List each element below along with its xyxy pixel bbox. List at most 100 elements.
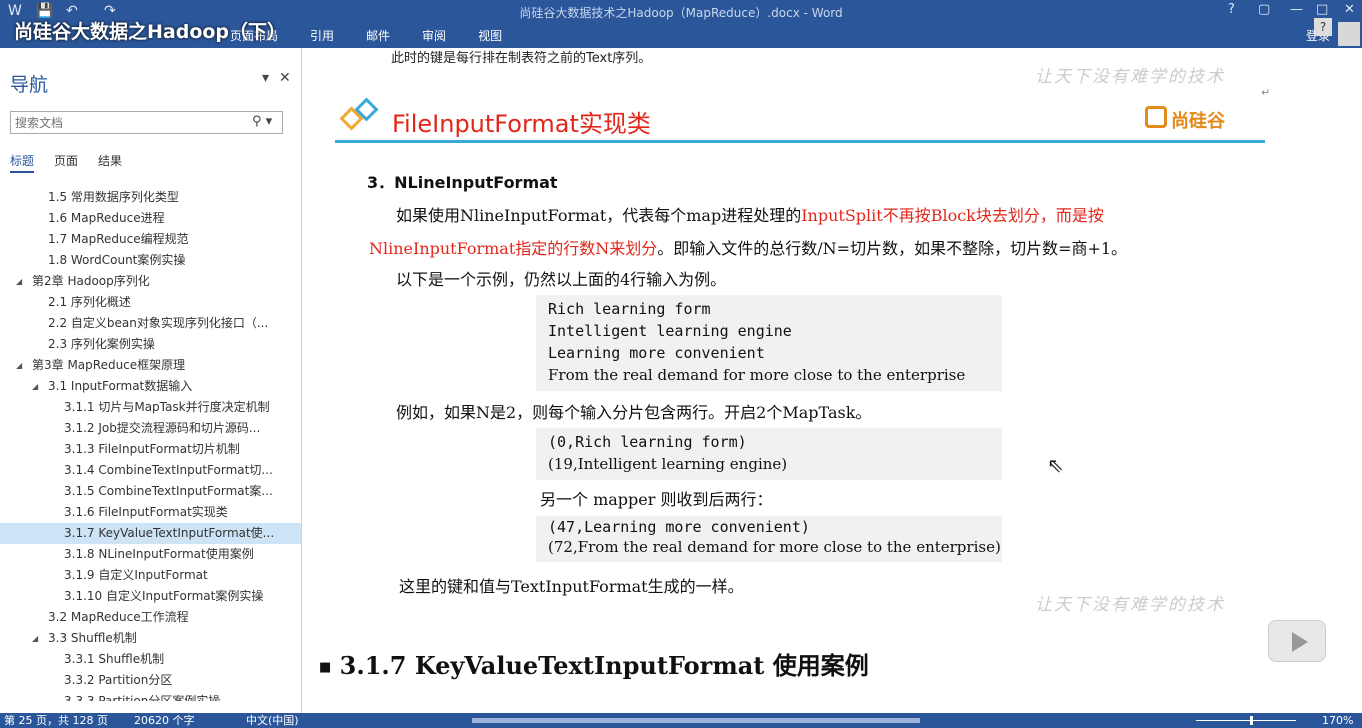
code-line: (0,Rich learning form)	[548, 433, 747, 451]
code-line: (19,Intelligent learning engine)	[548, 455, 788, 473]
nav-item-label: 3.1.7 KeyValueTextInputFormat使...	[64, 526, 275, 540]
nav-item-label: 3.1.6 FileInputFormat实现类	[64, 505, 228, 519]
nav-item[interactable]: ◢ 第2章 Hadoop序列化	[0, 271, 301, 292]
nav-item[interactable]: 3.1.10 自定义InputFormat案例实操	[0, 586, 301, 607]
nav-item-label: 3.3.2 Partition分区	[64, 673, 173, 687]
tab-mailings[interactable]: 邮件	[366, 29, 390, 43]
search-input[interactable]	[10, 111, 283, 134]
nav-item[interactable]: ◢ 3.1 InputFormat数据输入	[0, 376, 301, 397]
nav-item-label: 3.2 MapReduce工作流程	[48, 610, 189, 624]
nav-item[interactable]: 3.1.1 切片与MapTask并行度决定机制	[0, 397, 301, 418]
paragraph-5: 另一个 mapper 则收到后两行：	[540, 490, 773, 509]
nav-item[interactable]: 2.2 自定义bean对象实现序列化接口（...	[0, 313, 301, 334]
nav-item-label: 3.1.5 CombineTextInputFormat案...	[64, 484, 273, 498]
section-title: 3．NLineInputFormat	[367, 173, 558, 192]
paragraph-1: 如果使用NlineInputFormat，代表每个map进程处理的InputSp…	[396, 206, 1104, 225]
tab-review[interactable]: 审阅	[422, 29, 446, 43]
nav-tree: 1.5 常用数据序列化类型 1.6 MapReduce进程 1.7 MapReduc…	[0, 187, 301, 701]
nav-item-label: 3.1 InputFormat数据输入	[48, 379, 193, 393]
code-line: Rich learning form	[548, 300, 711, 318]
play-icon	[1292, 632, 1308, 652]
nav-close-icon[interactable]: ✕	[279, 70, 291, 86]
search-icon[interactable]: ⚲ ▾	[252, 114, 272, 129]
nav-item-label: 第2章 Hadoop序列化	[32, 274, 150, 288]
nav-item-label: 2.1 序列化概述	[48, 295, 131, 309]
nav-item-label: 1.5 常用数据序列化类型	[48, 190, 179, 204]
nav-item[interactable]: ◢ 第3章 MapReduce框架原理	[0, 355, 301, 376]
tab-pages[interactable]: 页面	[54, 154, 78, 168]
nav-item-label: 3.1.2 Job提交流程源码和切片源码...	[64, 421, 261, 435]
nav-menu-icon[interactable]: ▾	[262, 70, 269, 86]
title-bar: W 💾 ↶ ↷ 尚硅谷大数据技术之Hadoop（MapReduce）.docx …	[0, 0, 1362, 48]
nav-item[interactable]: 2.3 序列化案例实操	[0, 334, 301, 355]
brand-logo-icon	[1145, 106, 1167, 128]
zoom-level[interactable]: 170%	[1322, 713, 1353, 728]
nav-item-label: 1.8 WordCount案例实操	[48, 253, 186, 267]
nav-item[interactable]: 1.7 MapReduce编程规范	[0, 229, 301, 250]
nav-item[interactable]: 1.8 WordCount案例实操	[0, 250, 301, 271]
nav-item-label: 3.3.1 Shuffle机制	[64, 652, 165, 666]
nav-item[interactable]: 2.1 序列化概述	[0, 292, 301, 313]
code-block-3: (47,Learning more convenient) (72,From t…	[536, 516, 1002, 562]
paragraph-3: 以下是一个示例，仍然以上面的4行输入为例。	[396, 270, 727, 289]
nav-item-label: 3.1.8 NLineInputFormat使用案例	[64, 547, 254, 561]
minimize-icon[interactable]: —	[1290, 2, 1303, 17]
nav-item-label: 3.3.3 Partition分区案例实操	[64, 694, 221, 701]
nav-item-label: 1.6 MapReduce进程	[48, 211, 165, 225]
maximize-icon[interactable]: □	[1316, 2, 1328, 17]
code-line: (72,From the real demand for more close …	[548, 538, 1001, 556]
collapse-icon[interactable]: ◢	[32, 376, 38, 397]
page-count[interactable]: 第 25 页，共 128 页	[4, 713, 108, 728]
nav-item[interactable]: 3.3.1 Shuffle机制	[0, 649, 301, 670]
nav-item[interactable]: 3.3.2 Partition分区	[0, 670, 301, 691]
nav-item[interactable]: 3.1.8 NLineInputFormat使用案例	[0, 544, 301, 565]
nav-item[interactable]: 3.1.4 CombineTextInputFormat切...	[0, 460, 301, 481]
paragraph-4: 例如，如果N是2，则每个输入分片包含两行。开启2个MapTask。	[396, 403, 872, 422]
language[interactable]: 中文(中国)	[246, 713, 299, 728]
ribbon-display-icon[interactable]: ▢	[1258, 2, 1270, 17]
nav-tabs: 标题 页面 结果	[10, 152, 142, 173]
tab-headings[interactable]: 标题	[10, 154, 35, 173]
word-count[interactable]: 20620 个字	[134, 713, 195, 728]
zoom-thumb[interactable]	[1250, 716, 1253, 725]
nav-item[interactable]: 3.1.6 FileInputFormat实现类	[0, 502, 301, 523]
navigation-pane: 导航 ▾ ✕ ⚲ ▾ 标题 页面 结果 1.5 常用数据序列化类型 1.6 MapRe…	[0, 48, 302, 713]
nav-item[interactable]: 3.1.7 KeyValueTextInputFormat使...	[0, 523, 301, 544]
close-icon[interactable]: ✕	[1344, 2, 1355, 17]
nav-item[interactable]: 3.1.9 自定义InputFormat	[0, 565, 301, 586]
zoom-slider[interactable]	[1196, 720, 1296, 721]
tab-references[interactable]: 引用	[310, 29, 334, 43]
nav-item[interactable]: 3.1.5 CombineTextInputFormat案...	[0, 481, 301, 502]
collapse-icon[interactable]: ◢	[16, 271, 22, 292]
video-title: 尚硅谷大数据之Hadoop（下）	[14, 21, 287, 43]
code-block-2: (0,Rich learning form) (19,Intelligent l…	[536, 428, 1002, 480]
nav-item[interactable]: 3.1.3 FileInputFormat切片机制	[0, 439, 301, 460]
nav-item-label: 第3章 MapReduce框架原理	[32, 358, 186, 372]
nav-title: 导航	[10, 74, 49, 96]
collapse-icon[interactable]: ◢	[16, 355, 22, 376]
nav-item-label: 2.3 序列化案例实操	[48, 337, 155, 351]
help-icon[interactable]: ?	[1228, 2, 1235, 17]
nav-item-label: 3.1.3 FileInputFormat切片机制	[64, 442, 240, 456]
nav-item-label: 3.1.1 切片与MapTask并行度决定机制	[64, 400, 270, 414]
tab-results[interactable]: 结果	[98, 154, 122, 168]
watermark-top: 让天下没有难学的技术	[1035, 67, 1225, 87]
document-page: 此时的键是每行排在制表符之前的Text序列。 让天下没有难学的技术 ↵ File…	[303, 48, 1362, 713]
play-button[interactable]	[1268, 620, 1326, 662]
watermark-bottom: 让天下没有难学的技术	[1035, 595, 1225, 615]
slide-logo-icon	[339, 97, 381, 138]
slide-divider	[335, 140, 1265, 143]
nav-item[interactable]: 1.5 常用数据序列化类型	[0, 187, 301, 208]
collapse-icon[interactable]: ◢	[32, 628, 38, 649]
nav-item[interactable]: 3.2 MapReduce工作流程	[0, 607, 301, 628]
tab-view[interactable]: 视图	[478, 29, 502, 43]
heading-3-1-7: ■ 3.1.7 KeyValueTextInputFormat 使用案例	[319, 651, 869, 680]
nav-item[interactable]: 3.3.3 Partition分区案例实操	[0, 691, 301, 701]
nav-item[interactable]: 3.1.2 Job提交流程源码和切片源码...	[0, 418, 301, 439]
nav-item[interactable]: ◢ 3.3 Shuffle机制	[0, 628, 301, 649]
slide-title: FileInputFormat实现类	[392, 110, 651, 138]
avatar[interactable]	[1338, 22, 1360, 46]
nav-item-label: 3.1.4 CombineTextInputFormat切...	[64, 463, 273, 477]
video-help-icon[interactable]: ?	[1314, 18, 1332, 36]
nav-item[interactable]: 1.6 MapReduce进程	[0, 208, 301, 229]
